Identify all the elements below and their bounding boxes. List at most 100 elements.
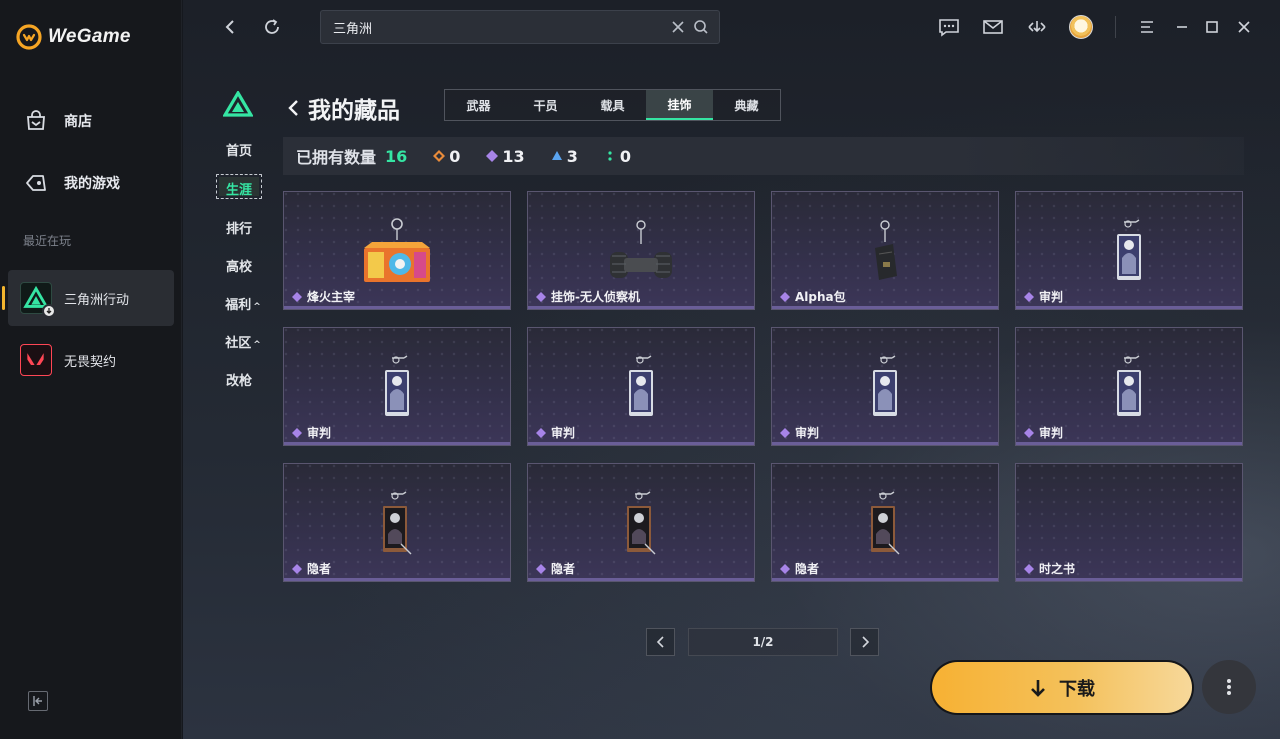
- game-nav-benefits[interactable]: 福利 ^: [221, 294, 265, 313]
- purple-diamond-icon: [780, 427, 790, 438]
- download-arrow-icon: [1031, 679, 1045, 697]
- nav-my-games[interactable]: 我的游戏: [24, 171, 120, 195]
- collection-card[interactable]: 时之书: [1015, 463, 1243, 582]
- refresh-button[interactable]: [261, 16, 283, 38]
- minimize-button[interactable]: [1171, 16, 1193, 38]
- collection-card-name: 审判: [536, 424, 575, 441]
- collection-card[interactable]: 隐者: [771, 463, 999, 582]
- downloads-button[interactable]: [1026, 16, 1048, 38]
- tab-operators[interactable]: 干员: [512, 90, 579, 120]
- search-input[interactable]: [333, 19, 653, 35]
- item-name-text: 审判: [1039, 426, 1064, 440]
- purple-diamond-icon: [1024, 427, 1034, 438]
- tab-vehicles[interactable]: 载具: [579, 90, 646, 120]
- purple-diamond-icon: [1024, 291, 1034, 302]
- stat-tier-orange: 0: [433, 147, 460, 166]
- collection-card[interactable]: 隐者: [527, 463, 755, 582]
- stat-tier-value: 13: [502, 146, 525, 166]
- mail-icon: [983, 20, 1003, 34]
- judgment-card-charm-icon: [1117, 355, 1141, 416]
- delta-force-logo-icon[interactable]: [223, 91, 253, 117]
- app-sidebar: WeGame 商店 我的游戏 最近在玩 三角洲行动 无畏契约: [0, 0, 182, 739]
- small-pouch-charm-icon: [875, 220, 897, 280]
- top-bar: [183, 0, 1280, 54]
- collapse-sidebar-button[interactable]: [28, 691, 48, 711]
- collection-card[interactable]: Alpha包: [771, 191, 999, 310]
- item-name-text: 审判: [795, 426, 820, 440]
- prev-page-button[interactable]: [646, 628, 675, 656]
- download-button[interactable]: 下载: [930, 660, 1194, 715]
- hermit-card-charm-icon: [627, 491, 656, 555]
- page-title: 我的藏品: [286, 91, 400, 125]
- collection-card[interactable]: 挂饰-无人侦察机: [527, 191, 755, 310]
- collection-card-name: 烽火主宰: [292, 288, 355, 305]
- collection-card[interactable]: 隐者: [283, 463, 511, 582]
- item-name-text: 隐者: [551, 562, 576, 576]
- expand-caret-icon: ^: [253, 302, 261, 312]
- collection-card-name: 审判: [1024, 424, 1063, 441]
- back-chevron-icon[interactable]: [286, 98, 300, 118]
- chevron-left-icon: [656, 636, 664, 648]
- collection-card-name: Alpha包: [780, 288, 846, 305]
- tab-charms[interactable]: 挂饰: [646, 90, 713, 120]
- game-nav-home[interactable]: 首页: [217, 140, 261, 159]
- page-title-text: 我的藏品: [308, 98, 400, 124]
- maximize-button[interactable]: [1201, 16, 1223, 38]
- menu-button[interactable]: [1136, 16, 1158, 38]
- purple-diamond-icon: [1024, 563, 1034, 574]
- chat-button[interactable]: [938, 16, 960, 38]
- nav-my-games-label: 我的游戏: [64, 176, 120, 192]
- game-nav-gunsmith[interactable]: 改枪: [217, 370, 261, 389]
- collection-card-name: 审判: [292, 424, 331, 441]
- expand-caret-icon: ^: [253, 340, 261, 350]
- minimize-icon: [1177, 26, 1187, 28]
- collection-card-name: 挂饰-无人侦察机: [536, 288, 640, 305]
- user-avatar[interactable]: [1069, 15, 1093, 39]
- next-page-button[interactable]: [850, 628, 879, 656]
- item-name-text: Alpha包: [795, 290, 846, 304]
- purple-diamond-icon: [536, 291, 546, 302]
- collection-card-name: 隐者: [292, 560, 331, 577]
- clear-search-icon[interactable]: [671, 20, 685, 34]
- game-nav-community-label: 社区: [225, 336, 252, 351]
- collection-card[interactable]: 审判: [1015, 191, 1243, 310]
- nav-shop[interactable]: 商店: [24, 109, 92, 133]
- download-label: 下载: [1059, 678, 1095, 700]
- judgment-card-charm-icon: [1117, 219, 1141, 280]
- hermit-card-charm-icon: [871, 491, 900, 555]
- tab-weapons[interactable]: 武器: [445, 90, 512, 120]
- valorant-icon: [20, 344, 52, 376]
- collection-card[interactable]: 审判: [527, 327, 755, 446]
- tab-collection[interactable]: 典藏: [713, 90, 780, 120]
- more-vertical-icon: [1227, 679, 1231, 695]
- collection-card[interactable]: 审判: [283, 327, 511, 446]
- mail-button[interactable]: [982, 16, 1004, 38]
- maximize-icon: [1206, 21, 1218, 33]
- sidebar-game-delta-force[interactable]: 三角洲行动: [2, 270, 174, 326]
- owned-count-total: 16: [385, 146, 408, 166]
- refresh-icon: [265, 19, 279, 34]
- owned-stats-bar: 已拥有数量 16 0 13 3 0: [283, 137, 1244, 175]
- search-icon[interactable]: [693, 19, 709, 35]
- back-button[interactable]: [219, 16, 241, 38]
- topbar-divider: [1115, 16, 1116, 38]
- collection-tabs: 武器 干员 载具 挂饰 典藏: [444, 89, 781, 121]
- item-name-text: 烽火主宰: [307, 290, 356, 304]
- colorful-bag-charm-icon: [364, 218, 430, 282]
- collection-card[interactable]: 审判: [1015, 327, 1243, 446]
- more-options-button[interactable]: [1202, 660, 1256, 714]
- game-nav-ranking[interactable]: 排行: [217, 218, 261, 237]
- game-nav-community[interactable]: 社区 ^: [221, 332, 265, 351]
- game-nav-career[interactable]: 生涯: [217, 179, 261, 198]
- download-badge-icon: [42, 304, 56, 318]
- wegame-logo[interactable]: WeGame: [16, 24, 131, 50]
- item-name-text: 隐者: [307, 562, 332, 576]
- menu-icon: [1141, 21, 1153, 33]
- close-window-button[interactable]: [1233, 16, 1255, 38]
- collection-card[interactable]: 烽火主宰: [283, 191, 511, 310]
- stat-tier-value: 0: [619, 146, 631, 166]
- collection-card[interactable]: 审判: [771, 327, 999, 446]
- sidebar-game-valorant[interactable]: 无畏契约: [8, 332, 174, 388]
- game-nav-college[interactable]: 高校: [217, 256, 261, 275]
- judgment-card-charm-icon: [629, 355, 653, 416]
